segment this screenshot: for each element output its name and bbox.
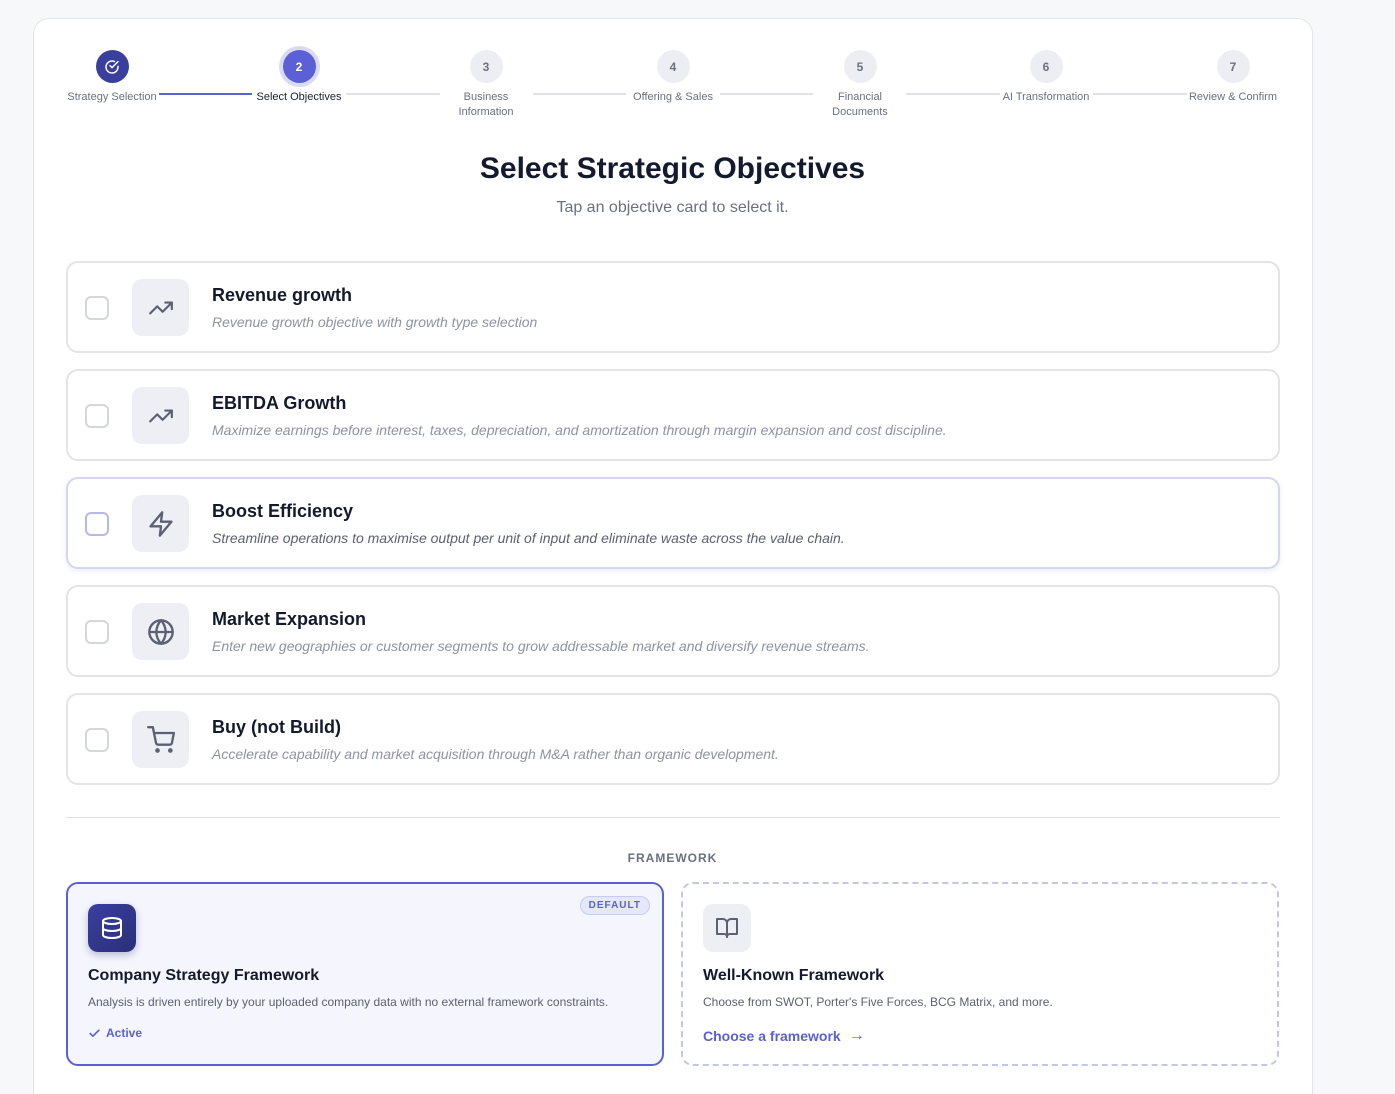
objective-description: Enter new geographies or customer segmen… (212, 638, 870, 654)
step-ai-transformation[interactable]: 6 AI Transformation (986, 50, 1106, 105)
step-number: 4 (656, 50, 690, 83)
active-status-label: Active (106, 1026, 143, 1040)
step-number: 6 (1029, 50, 1063, 83)
check-icon (89, 1028, 100, 1037)
objective-checkbox[interactable] (85, 620, 109, 644)
page-subtitle: Tap an objective card to select it. (556, 199, 789, 216)
choose-framework-label: Choose a framework (703, 1028, 841, 1044)
objective-card-market-expansion[interactable]: Market Expansion Enter new geographies o… (66, 585, 1280, 677)
step-label: Offering & Sales (633, 91, 713, 103)
framework-description: Analysis is driven entirely by your uplo… (88, 995, 609, 1009)
objective-checkbox[interactable] (85, 512, 109, 536)
globe-icon (132, 603, 189, 660)
step-strategy-selection[interactable]: Strategy Selection (52, 50, 172, 105)
step-complete-icon (95, 50, 129, 83)
objective-description: Streamline operations to maximise output… (212, 530, 845, 546)
objective-card-boost-efficiency[interactable]: Boost Efficiency Streamline operations t… (66, 477, 1280, 569)
default-badge: DEFAULT (579, 896, 650, 915)
step-number: 3 (469, 50, 503, 83)
arrow-right-icon: → (848, 1027, 865, 1044)
objective-description: Accelerate capability and market acquisi… (212, 746, 779, 762)
framework-description: Choose from SWOT, Porter's Five Forces, … (703, 995, 1053, 1009)
objective-title: EBITDA Growth (212, 393, 347, 413)
step-label: Financial Documents (832, 91, 888, 118)
section-divider (66, 817, 1280, 818)
objective-description: Revenue growth objective with growth typ… (212, 314, 538, 330)
choose-framework-link[interactable]: Choose a framework → (703, 1027, 865, 1045)
objective-checkbox[interactable] (85, 404, 109, 428)
step-label: Select Objectives (256, 91, 342, 103)
objective-description: Maximize earnings before interest, taxes… (212, 422, 947, 438)
step-offering-sales[interactable]: 4 Offering & Sales (613, 50, 733, 105)
objective-title: Boost Efficiency (212, 501, 354, 521)
objective-card-buy-not-build[interactable]: Buy (not Build) Accelerate capability an… (66, 693, 1280, 785)
book-open-icon (703, 904, 751, 952)
step-label: Review & Confirm (1188, 91, 1278, 103)
objective-checkbox[interactable] (85, 296, 109, 320)
step-number: 2 (282, 50, 316, 83)
step-review-confirm[interactable]: 7 Review & Confirm (1173, 50, 1293, 105)
shopping-cart-icon (132, 711, 189, 768)
framework-heading: FRAMEWORK (627, 851, 718, 865)
framework-title: Well-Known Framework (703, 967, 885, 984)
progress-stepper: Strategy Selection 2 Select Objectives 3… (0, 0, 1395, 130)
objective-title: Market Expansion (212, 609, 367, 629)
framework-title: Company Strategy Framework (88, 967, 320, 984)
objective-card-ebitda-growth[interactable]: EBITDA Growth Maximize earnings before i… (66, 369, 1280, 461)
objective-title: Buy (not Build) (212, 717, 341, 737)
step-label: Business Information (458, 91, 514, 118)
active-status: Active (88, 1026, 142, 1040)
trending-up-icon (132, 387, 189, 444)
objective-card-revenue-growth[interactable]: Revenue growth Revenue growth objective … (66, 261, 1280, 353)
page-title: Select Strategic Objectives (479, 152, 866, 185)
database-icon (88, 904, 136, 952)
company-strategy-framework-card[interactable]: DEFAULT Company Strategy Framework Analy… (66, 882, 664, 1066)
objective-title: Revenue growth (212, 285, 353, 305)
step-label: AI Transformation (1002, 91, 1090, 103)
well-known-framework-card[interactable]: Well-Known Framework Choose from SWOT, P… (681, 882, 1279, 1066)
step-number: 5 (843, 50, 877, 83)
lightning-icon (132, 495, 189, 552)
step-select-objectives[interactable]: 2 Select Objectives (239, 50, 359, 105)
step-financial-documents[interactable]: 5 Financial Documents (800, 50, 920, 120)
trending-up-icon (132, 279, 189, 336)
objective-checkbox[interactable] (85, 728, 109, 752)
step-business-information[interactable]: 3 Business Information (426, 50, 546, 120)
step-number: 7 (1216, 50, 1250, 83)
step-label: Strategy Selection (67, 91, 157, 103)
